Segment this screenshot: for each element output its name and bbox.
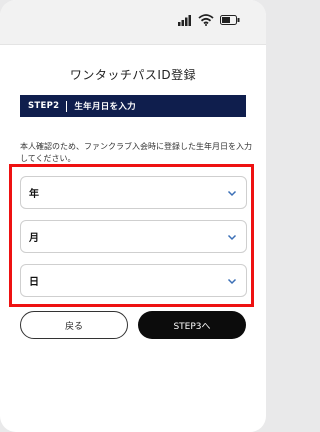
phone-screen: ワンタッチパスID登録 STEP2 生年月日を入力 本人確認のため、ファンクラブ… bbox=[0, 0, 266, 432]
back-button[interactable]: 戻る bbox=[20, 311, 128, 339]
year-select-label: 年 bbox=[29, 189, 39, 200]
wifi-icon bbox=[198, 14, 214, 26]
status-icons bbox=[178, 14, 240, 26]
step-divider bbox=[66, 100, 68, 112]
year-select[interactable]: 年 bbox=[20, 176, 247, 209]
page-title: ワンタッチパスID登録 bbox=[69, 68, 197, 82]
chevron-down-icon bbox=[227, 234, 237, 240]
status-bar bbox=[0, 0, 266, 45]
month-select-label: 月 bbox=[29, 233, 39, 244]
step-indicator: STEP2 生年月日を入力 bbox=[20, 95, 246, 117]
next-step-button[interactable]: STEP3へ bbox=[138, 311, 246, 339]
day-select-label: 日 bbox=[29, 277, 39, 288]
day-select[interactable]: 日 bbox=[20, 264, 247, 297]
battery-icon bbox=[220, 15, 240, 25]
chevron-down-icon bbox=[227, 278, 237, 284]
instruction-text: 本人確認のため、ファンクラブ入会時に登録した生年月日を入力してください。 bbox=[20, 142, 252, 163]
chevron-down-icon bbox=[227, 190, 237, 196]
signal-icon bbox=[178, 14, 191, 26]
month-select[interactable]: 月 bbox=[20, 220, 247, 253]
step-number: STEP2 bbox=[28, 101, 60, 111]
step-label: 生年月日を入力 bbox=[74, 102, 136, 112]
